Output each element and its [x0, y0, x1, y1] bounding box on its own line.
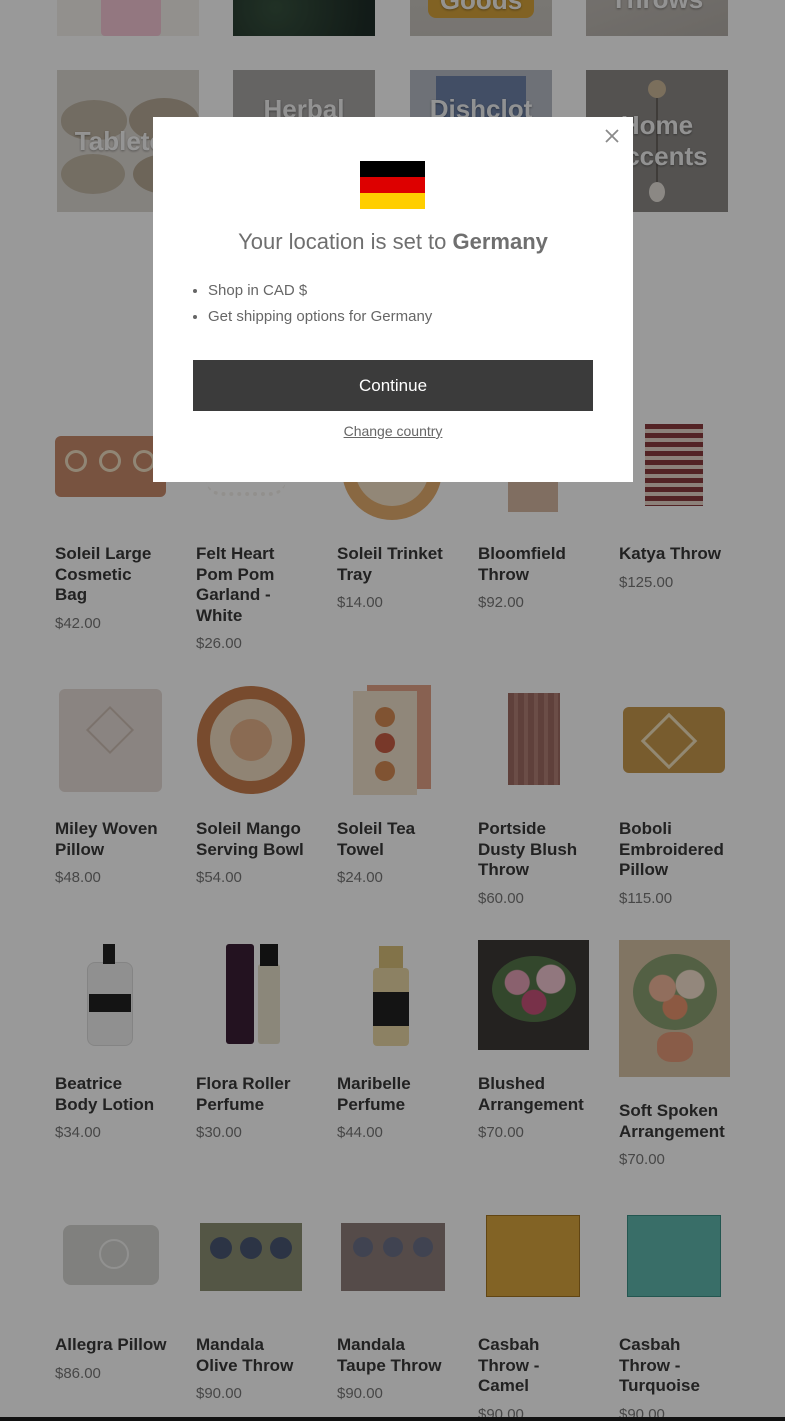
shipping-options-text: Get shipping options for Germany — [208, 307, 432, 326]
close-glyph — [605, 129, 619, 143]
location-options-list: Shop in CAD $ Get shipping options for G… — [208, 281, 432, 333]
location-modal: Your location is set to Germany Shop in … — [153, 117, 633, 482]
flag-stripe — [360, 193, 425, 209]
flag-stripe — [360, 177, 425, 193]
continue-button[interactable]: Continue — [193, 360, 593, 411]
flag-stripe — [360, 161, 425, 177]
headline-prefix: Your location is set to — [238, 229, 453, 254]
close-icon[interactable] — [601, 125, 623, 147]
flag-icon — [360, 161, 425, 209]
bottom-edge-bar — [0, 1417, 785, 1421]
headline-country: Germany — [452, 229, 548, 254]
shop-currency-text: Shop in CAD $ — [208, 281, 432, 300]
change-country-link[interactable]: Change country — [153, 423, 633, 439]
location-headline: Your location is set to Germany — [153, 229, 633, 255]
